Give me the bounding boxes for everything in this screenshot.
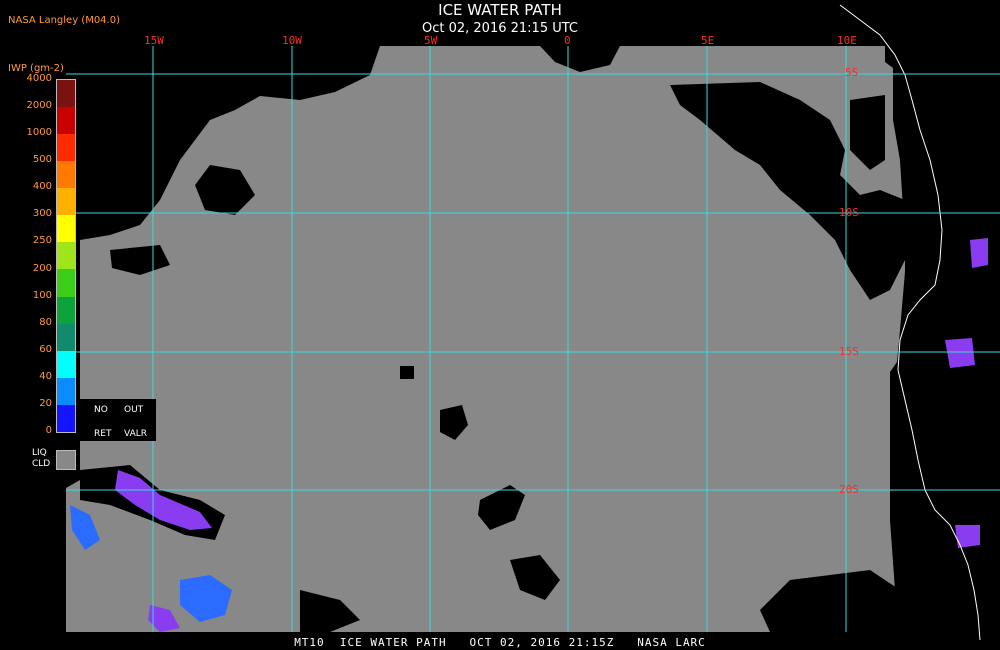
ice-water-path-map: [0, 0, 1000, 650]
lat-label-5s: 5S: [845, 66, 859, 79]
colorbar-swatch: [57, 323, 75, 351]
iwp-colorbar: [56, 79, 76, 433]
colorbar-tick-label: 4000: [26, 73, 52, 84]
colorbar-swatch: [57, 188, 75, 216]
no-retrieval-box: NO OUT RET VALR: [80, 399, 156, 441]
lon-label-15w: 15W: [144, 34, 164, 47]
colorbar-tick-label: 250: [32, 235, 52, 247]
lon-label-5e: 5E: [701, 34, 715, 47]
colorbar-tick-label: 0: [45, 425, 52, 436]
colorbar-swatch: [57, 242, 75, 270]
colorbar-swatch: [57, 350, 75, 378]
colorbar-tick-label: 80: [39, 316, 52, 328]
liquid-cloud-swatch: [56, 450, 76, 470]
cld-text: CLD: [32, 459, 51, 469]
no-label: NO: [94, 405, 108, 415]
liq-text: LIQ: [32, 448, 47, 458]
colorbar-tick-label: 60: [39, 343, 52, 355]
ret-label: RET: [94, 429, 112, 439]
colorbar-tick-label: 2000: [26, 100, 52, 112]
out-label: OUT: [124, 405, 144, 415]
colorbar-swatch: [57, 134, 75, 162]
lon-label-0: 0: [564, 34, 571, 47]
colorbar-swatch: [57, 377, 75, 405]
footer-caption: MT10 ICE WATER PATH OCT 02, 2016 21:15Z …: [294, 636, 706, 649]
colorbar-tick-label: 500: [32, 154, 52, 166]
colorbar-tick-label: 200: [32, 262, 52, 274]
lat-label-10s: 10S: [839, 206, 859, 219]
colorbar-tick-label: 40: [39, 370, 52, 382]
lon-label-10e: 10E: [837, 34, 857, 47]
lon-label-10w: 10W: [282, 34, 302, 47]
colorbar-swatch: [57, 80, 75, 108]
map-title: ICE WATER PATH: [438, 1, 562, 19]
colorbar-tick-label: 1000: [26, 127, 52, 139]
colorbar-swatch: [57, 107, 75, 135]
colorbar-swatch: [57, 215, 75, 243]
lat-label-15s: 15S: [839, 345, 859, 358]
colorbar-swatch: [57, 404, 75, 432]
liquid-cloud-label: LIQ CLD: [32, 448, 50, 470]
source-label: NASA Langley (M04.0): [8, 15, 120, 26]
valr-label: VALR: [124, 429, 148, 439]
colorbar-tick-label: 400: [32, 181, 52, 193]
colorbar-tick-label: 20: [39, 397, 52, 409]
colorbar-tick-label: 300: [32, 208, 52, 220]
colorbar-tick-label: 100: [32, 289, 52, 301]
lat-label-20s: 20S: [839, 483, 859, 496]
colorbar-swatch: [57, 161, 75, 189]
colorbar-swatch: [57, 269, 75, 297]
colorbar-swatch: [57, 296, 75, 324]
lon-label-5w: 5W: [424, 34, 438, 47]
